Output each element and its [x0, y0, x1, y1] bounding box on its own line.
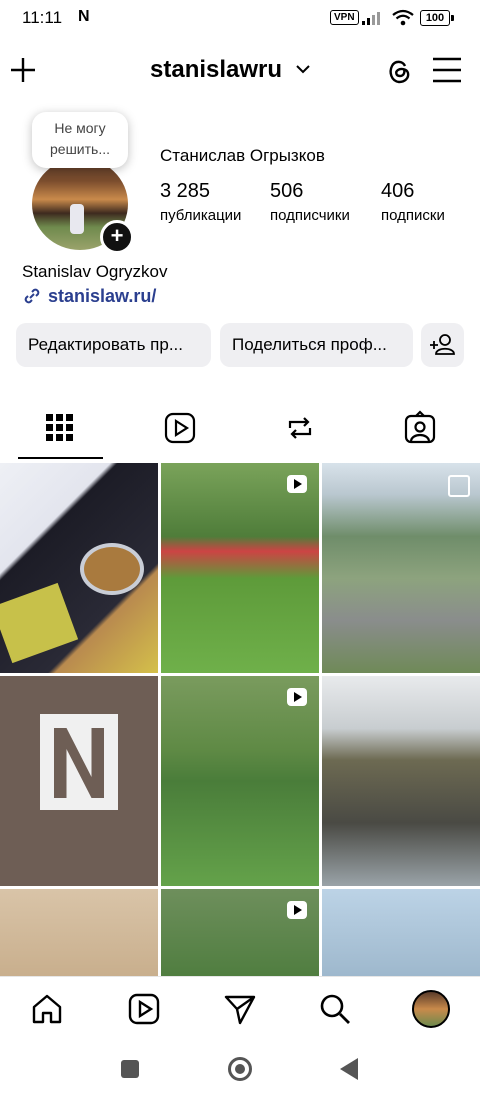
create-plus-icon[interactable]	[8, 55, 38, 85]
home-system-icon[interactable]	[228, 1057, 252, 1081]
active-tab-indicator	[18, 457, 103, 459]
post-thumbnail-8[interactable]	[161, 889, 319, 979]
stat-label: публикации	[160, 207, 242, 224]
home-icon[interactable]	[30, 992, 64, 1026]
search-icon[interactable]	[318, 992, 352, 1026]
link-text: stanislaw.ru/	[48, 286, 157, 306]
add-person-icon	[430, 334, 455, 355]
post-thumbnail-1[interactable]	[0, 463, 158, 673]
profile-link[interactable]: stanislaw.ru/	[22, 286, 156, 307]
full-name: Станислав Огрызков	[160, 146, 325, 165]
username-label: stanislawru	[150, 56, 283, 83]
stat-posts[interactable]: 3 285 публикации	[160, 180, 241, 224]
profile-avatar-tab[interactable]	[412, 990, 450, 1028]
post-thumbnail-5[interactable]	[161, 676, 319, 886]
carousel-icon	[448, 475, 470, 497]
vpn-badge: VPN	[330, 10, 359, 25]
edit-profile-button[interactable]: Редактировать пр...	[16, 323, 211, 367]
wifi-icon	[392, 9, 414, 26]
stat-number: 506	[270, 180, 304, 202]
stat-followers[interactable]: 506 подписчики	[270, 180, 350, 224]
reels-nav-icon[interactable]	[127, 992, 161, 1026]
reposts-icon[interactable]	[280, 408, 320, 448]
threads-icon[interactable]	[383, 55, 415, 87]
post-thumbnail-9[interactable]	[322, 889, 480, 979]
add-story-button[interactable]: +	[100, 220, 134, 254]
reels-icon[interactable]	[160, 408, 200, 448]
stat-label: подписки	[381, 207, 445, 224]
status-bar: 11:11 N VPN 100	[0, 0, 480, 36]
direct-message-icon[interactable]	[223, 992, 257, 1026]
stat-number: 406	[381, 180, 415, 202]
post-thumbnail-4[interactable]	[0, 676, 158, 886]
grid-icon[interactable]	[40, 408, 80, 448]
stat-number: 3 285	[160, 180, 211, 202]
tagged-icon[interactable]	[400, 408, 440, 448]
signal-icon	[362, 12, 380, 25]
reel-icon	[287, 475, 307, 493]
notification-icon: N	[78, 8, 90, 25]
back-icon[interactable]	[340, 1058, 358, 1080]
add-friend-button[interactable]	[421, 323, 464, 367]
share-profile-button[interactable]: Поделиться проф...	[220, 323, 413, 367]
username-switcher[interactable]: stanislawru	[150, 56, 311, 84]
stat-following[interactable]: 406 подписки	[381, 180, 445, 224]
recents-icon[interactable]	[121, 1060, 139, 1078]
menu-icon[interactable]	[432, 57, 462, 83]
post-thumbnail-7[interactable]	[0, 889, 158, 979]
post-thumbnail-6[interactable]	[322, 676, 480, 886]
reel-icon	[287, 688, 307, 706]
link-icon	[24, 288, 40, 304]
status-time: 11:11	[22, 8, 63, 27]
battery-icon: 100	[420, 10, 454, 26]
post-thumbnail-3[interactable]	[322, 463, 480, 673]
chevron-down-icon	[296, 65, 310, 74]
bio-name: Stanislav Ogryzkov	[22, 262, 168, 281]
stat-label: подписчики	[270, 207, 350, 224]
note-bubble[interactable]: Не могу решить...	[32, 112, 128, 168]
reel-icon	[287, 901, 307, 919]
post-thumbnail-2[interactable]	[161, 463, 319, 673]
